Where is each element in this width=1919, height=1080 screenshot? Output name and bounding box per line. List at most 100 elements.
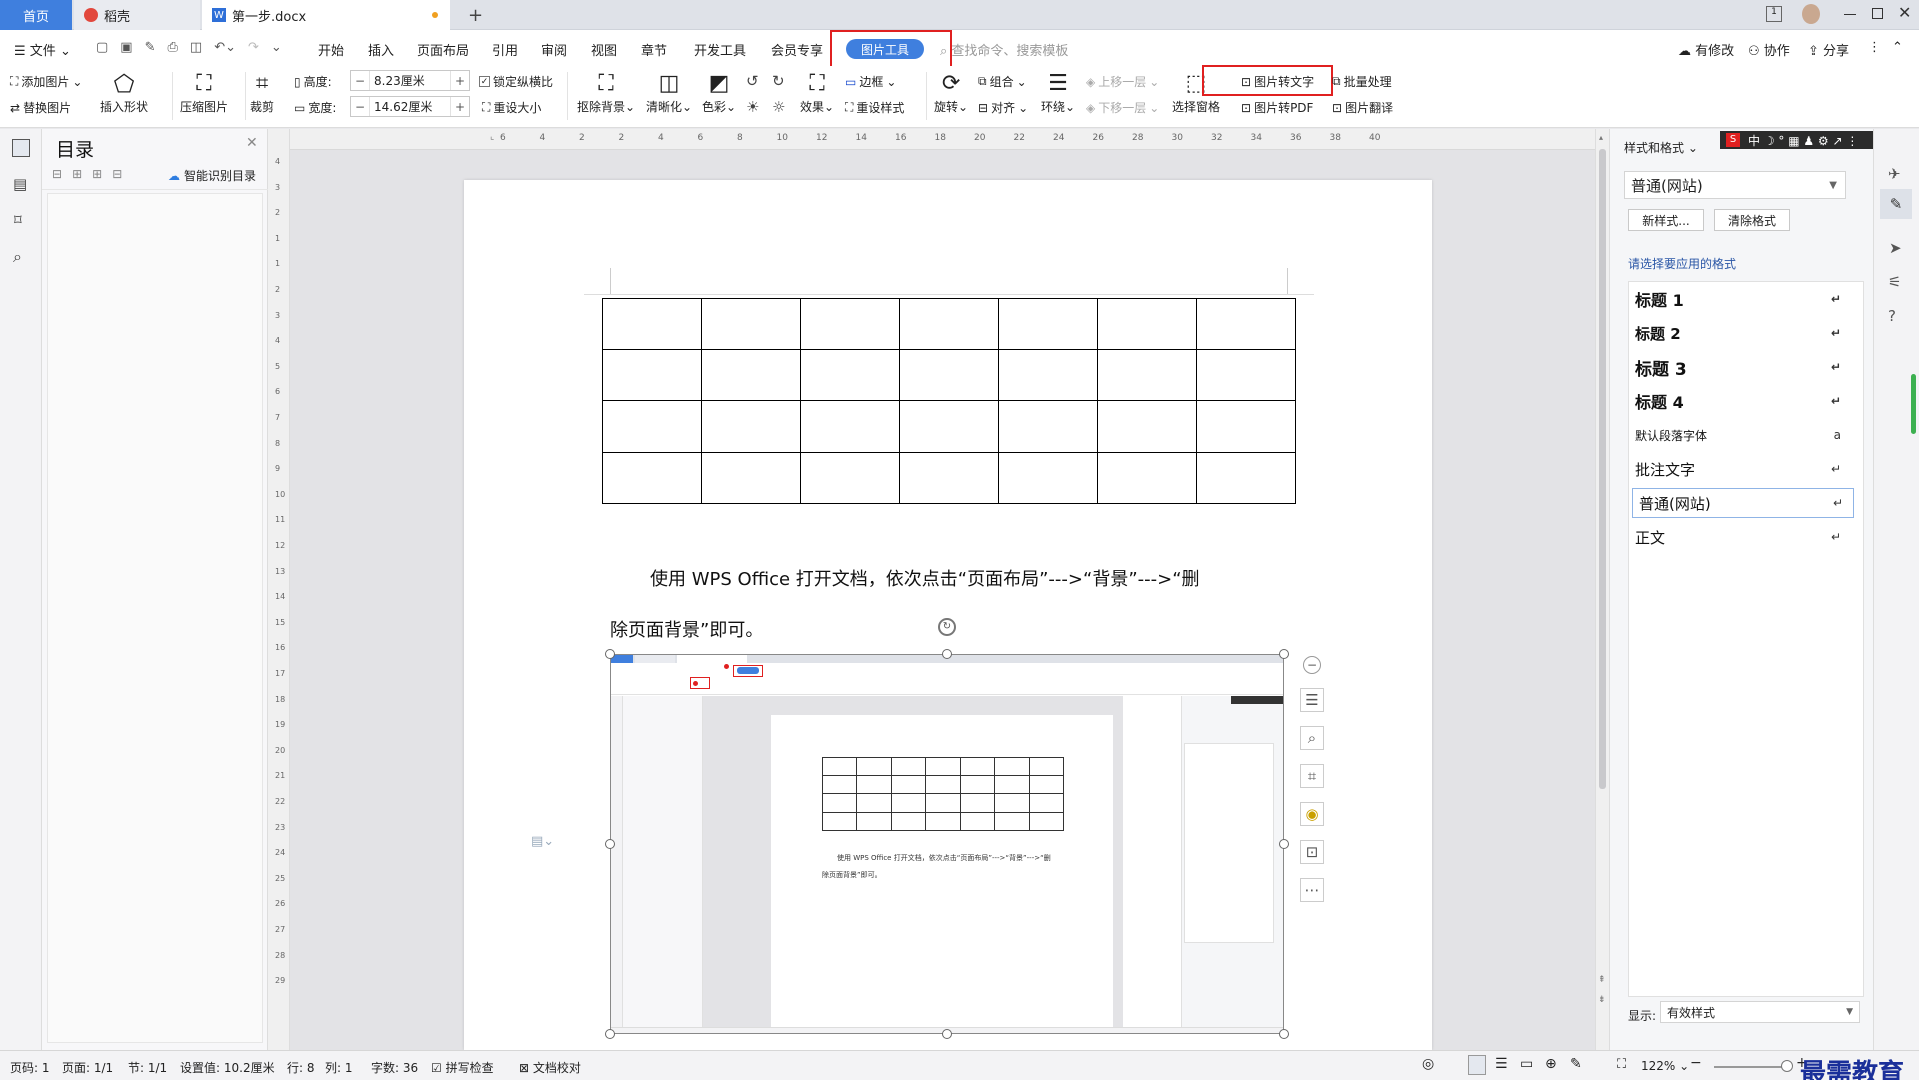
- width-stepper[interactable]: −14.62厘米 +: [350, 96, 470, 117]
- more-icon[interactable]: ⌄: [271, 40, 282, 55]
- border-button[interactable]: ▭ 边框 ⌄: [845, 73, 896, 90]
- align-button[interactable]: ⊟ 对齐 ⌄: [978, 99, 1028, 116]
- style-item-heading-4[interactable]: 标题 4 ↵: [1629, 386, 1851, 416]
- insert-shape-button[interactable]: ⬠ 插入形状: [100, 70, 148, 115]
- vertical-scrollbar[interactable]: ▴ ⇞ ⇟: [1595, 129, 1609, 1050]
- format-painter-icon[interactable]: ✎: [145, 40, 156, 55]
- style-pane-header[interactable]: 样式和格式 ⌄: [1624, 139, 1698, 156]
- menu-view[interactable]: 视图: [591, 40, 617, 59]
- status-row[interactable]: 行: 8: [287, 1059, 315, 1076]
- clear-format-button[interactable]: 清除格式: [1714, 209, 1790, 231]
- status-col[interactable]: 列: 1: [325, 1059, 353, 1076]
- replace-picture-button[interactable]: ⇄ 替换图片: [10, 99, 71, 116]
- outline-view-icon[interactable]: ☰: [1495, 1056, 1508, 1072]
- resize-handle-bm[interactable]: [942, 1029, 952, 1039]
- paragraph-line-1[interactable]: 使用 WPS Office 打开文档，依次点击“页面布局”--->“背景”---…: [650, 565, 1200, 591]
- menu-picture-tools[interactable]: 图片工具: [846, 39, 924, 59]
- sharpen-button[interactable]: ◫ 清晰化⌄: [646, 70, 692, 115]
- more-menu-icon[interactable]: ⋮: [1868, 40, 1881, 55]
- print-preview-icon[interactable]: ◫: [190, 40, 202, 55]
- save-icon[interactable]: ▣: [120, 40, 132, 55]
- batch-button[interactable]: ⧉ 批量处理: [1332, 73, 1392, 90]
- pic-to-pdf-button[interactable]: ⊡ 图片转PDF: [1241, 99, 1313, 116]
- zoom-level[interactable]: 122% ⌄: [1641, 1059, 1689, 1073]
- status-setting[interactable]: 设置值: 10.2厘米: [180, 1059, 275, 1076]
- rotate-right-icon[interactable]: ↻: [772, 72, 785, 90]
- file-menu[interactable]: ☰ 文件 ⌄: [14, 40, 71, 59]
- scroll-prev-page-icon[interactable]: ⇞: [1598, 975, 1606, 985]
- collapse-all-icon[interactable]: ⊟: [52, 167, 62, 181]
- restore-icon[interactable]: [1872, 8, 1883, 19]
- bookmark-icon[interactable]: ⌑: [14, 211, 22, 229]
- style-item-heading-1[interactable]: 标题 1 ↵: [1629, 284, 1851, 314]
- close-icon[interactable]: ✕: [1898, 3, 1911, 22]
- zoom-slider[interactable]: [1714, 1066, 1784, 1068]
- idea-icon[interactable]: ◉: [1300, 802, 1324, 826]
- resize-handle-bl[interactable]: [605, 1029, 615, 1039]
- resize-handle-tl[interactable]: [605, 649, 615, 659]
- height-increase[interactable]: +: [451, 74, 469, 88]
- smart-toc-button[interactable]: ☁ 智能识别目录: [168, 167, 256, 184]
- status-section[interactable]: 节: 1/1: [128, 1059, 167, 1076]
- reset-size-button[interactable]: ⛶ 重设大小: [482, 99, 541, 116]
- new-tab-button[interactable]: +: [458, 0, 493, 30]
- layout-options-icon[interactable]: ☰: [1300, 688, 1324, 712]
- spell-check-toggle[interactable]: ☑ 拼写检查: [431, 1059, 494, 1076]
- menu-developer[interactable]: 开发工具: [694, 40, 746, 59]
- height-stepper[interactable]: −8.23厘米 +: [350, 70, 470, 91]
- has-changes-button[interactable]: ☁ 有修改: [1678, 40, 1734, 59]
- help-icon[interactable]: ?: [1888, 307, 1896, 325]
- document-table[interactable]: [602, 298, 1296, 504]
- tab-home[interactable]: 首页: [0, 0, 72, 30]
- resize-handle-tm[interactable]: [942, 649, 952, 659]
- zoom-slider-thumb[interactable]: [1781, 1060, 1793, 1072]
- collab-button[interactable]: ⚇ 协作: [1748, 40, 1790, 59]
- layout-icon[interactable]: 1: [1766, 6, 1782, 22]
- rotate-left-icon[interactable]: ↺: [746, 72, 759, 90]
- redo-icon[interactable]: ↷: [248, 40, 259, 55]
- sogou-icon[interactable]: S: [1726, 133, 1740, 147]
- width-increase[interactable]: +: [451, 100, 469, 114]
- read-view-icon[interactable]: ▭: [1520, 1056, 1533, 1072]
- rocket-icon[interactable]: ✈: [1888, 165, 1901, 183]
- send-backward-button[interactable]: ◈ 下移一层 ⌄: [1086, 99, 1159, 116]
- pic-to-text-button[interactable]: ⊡ 图片转文字: [1241, 73, 1314, 90]
- sliders-icon[interactable]: ⚟: [1888, 273, 1901, 291]
- collapse-ribbon-icon[interactable]: ⌃: [1892, 40, 1903, 55]
- current-style-select[interactable]: 普通(网站) ▼: [1624, 171, 1846, 199]
- selection-pane-button[interactable]: ⬚ 选择窗格: [1172, 70, 1220, 115]
- remove-level-icon[interactable]: ⊟: [112, 167, 122, 181]
- menu-page-layout[interactable]: 页面布局: [417, 40, 469, 59]
- cursor-icon[interactable]: ➤: [1889, 239, 1902, 257]
- resize-handle-br[interactable]: [1279, 1029, 1289, 1039]
- expand-icon[interactable]: ⊞: [72, 167, 82, 181]
- add-level-icon[interactable]: ⊞: [92, 167, 102, 181]
- minimize-icon[interactable]: [1844, 14, 1856, 15]
- paragraph-mark-icon[interactable]: ▤⌄: [531, 834, 554, 849]
- print-icon[interactable]: ⎙: [168, 40, 178, 55]
- bring-forward-button[interactable]: ◈ 上移一层 ⌄: [1086, 73, 1159, 90]
- zoom-out-icon[interactable]: −: [1690, 1055, 1702, 1071]
- resize-handle-tr[interactable]: [1279, 649, 1289, 659]
- scroll-next-page-icon[interactable]: ⇟: [1598, 995, 1606, 1005]
- more-options-icon[interactable]: ⋯: [1300, 878, 1324, 902]
- show-select[interactable]: 有效样式 ▼: [1660, 1001, 1860, 1023]
- toc-nav-icon[interactable]: [12, 139, 30, 157]
- web-view-icon[interactable]: ⊕: [1545, 1056, 1557, 1072]
- height-decrease[interactable]: −: [351, 74, 369, 88]
- status-page-code[interactable]: 页码: 1: [10, 1059, 50, 1076]
- color-button[interactable]: ◩ 色彩⌄: [702, 70, 736, 115]
- style-item-normal-web[interactable]: 普通(网站) ↵: [1632, 488, 1854, 518]
- compress-button[interactable]: ⛶ 压缩图片: [180, 70, 228, 115]
- wrap-button[interactable]: ☰ 环绕⌄: [1041, 70, 1075, 115]
- menu-references[interactable]: 引用: [492, 40, 518, 59]
- width-decrease[interactable]: −: [351, 100, 369, 114]
- tab-daoke[interactable]: 稻壳: [74, 0, 200, 30]
- tab-document[interactable]: W 第一步.docx: [202, 0, 450, 30]
- resize-handle-ml[interactable]: [605, 839, 615, 849]
- proofread-button[interactable]: ⊠ 文档校对: [519, 1059, 581, 1076]
- new-doc-icon[interactable]: ▢: [96, 40, 108, 55]
- resize-handle-mr[interactable]: [1279, 839, 1289, 849]
- write-view-icon[interactable]: ✎: [1570, 1056, 1582, 1072]
- rotate-handle[interactable]: ↻: [938, 618, 956, 636]
